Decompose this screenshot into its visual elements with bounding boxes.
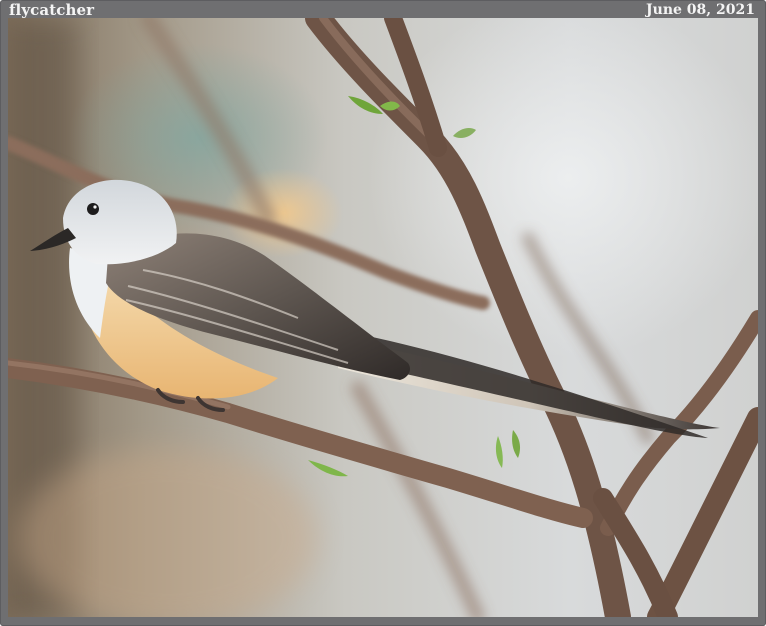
bird-eye-highlight xyxy=(93,205,97,209)
photo-canvas xyxy=(8,18,758,617)
image-title: flycatcher xyxy=(9,1,95,19)
bird-eye xyxy=(87,203,99,215)
bird-photo xyxy=(8,18,758,617)
image-date: June 08, 2021 xyxy=(646,2,755,18)
image-frame: flycatcher June 08, 2021 xyxy=(0,0,766,626)
